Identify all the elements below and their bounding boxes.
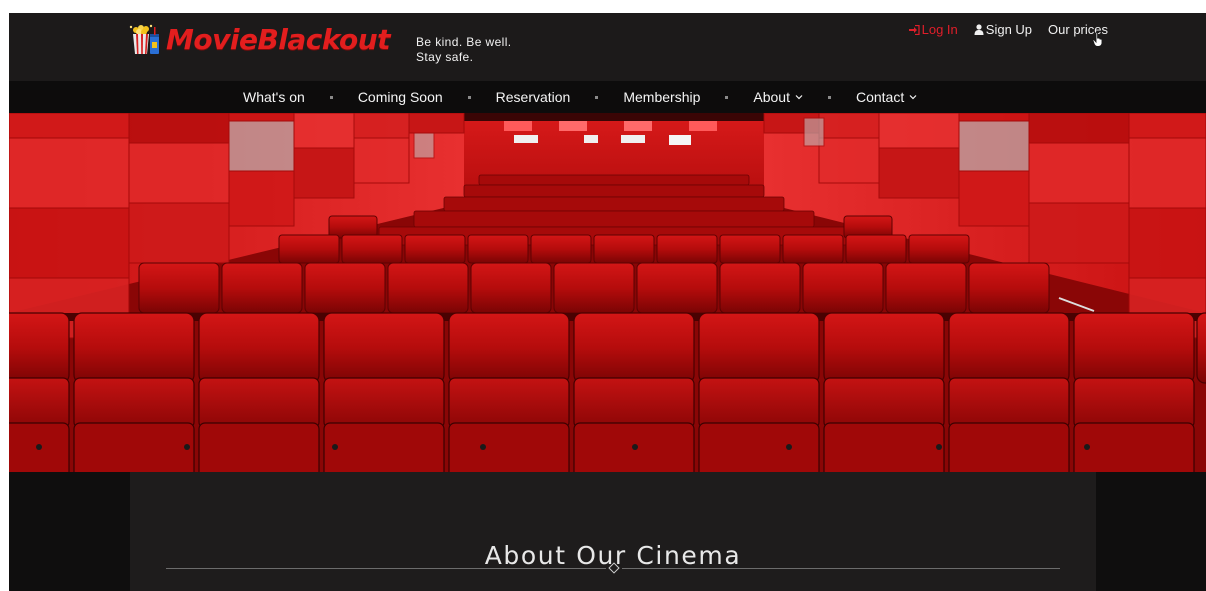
- nav-item-contact[interactable]: Contact: [856, 89, 917, 105]
- cinema-hall-illustration: [9, 113, 1206, 472]
- chevron-down-icon: [795, 95, 803, 100]
- nav-separator: [467, 95, 471, 99]
- nav-item-whats-on[interactable]: What's on: [243, 89, 305, 105]
- brand-name: MovieBlackout: [166, 23, 391, 56]
- nav-separator: [827, 95, 831, 99]
- nav-separator: [329, 95, 333, 99]
- nav-separator: [725, 95, 729, 99]
- nav-menu: What's on Coming Soon Reservation Member…: [243, 81, 917, 113]
- nav-item-membership[interactable]: Membership: [623, 89, 700, 105]
- hand-cursor-icon: [1092, 32, 1103, 47]
- login-link[interactable]: Log In: [908, 22, 958, 37]
- nav-item-label: Membership: [623, 89, 701, 105]
- nav-item-about[interactable]: About: [753, 89, 803, 105]
- chevron-down-icon: [909, 95, 917, 100]
- nav-item-coming-soon[interactable]: Coming Soon: [358, 89, 443, 105]
- tagline-line-2: Stay safe.: [416, 50, 474, 64]
- nav-separator: [595, 95, 599, 99]
- tagline: Be kind. Be well. Stay safe.: [416, 35, 512, 65]
- nav-item-label: Reservation: [495, 89, 571, 105]
- divider-line-left: [166, 568, 606, 569]
- main-nav: What's on Coming Soon Reservation Member…: [9, 81, 1206, 113]
- about-section: About Our Cinema: [130, 472, 1096, 591]
- nav-item-label: Coming Soon: [357, 89, 443, 105]
- site-logo[interactable]: MovieBlackout: [128, 23, 391, 56]
- nav-item-label: Contact: [855, 89, 905, 105]
- nav-item-label: About: [753, 89, 790, 105]
- nav-item-reservation[interactable]: Reservation: [496, 89, 571, 105]
- signup-link[interactable]: Sign Up: [974, 22, 1032, 37]
- tagline-line-1: Be kind. Be well.: [416, 35, 512, 49]
- popcorn-icon: [129, 24, 159, 54]
- hero-cinema-image: [9, 113, 1206, 472]
- signup-label: Sign Up: [985, 22, 1033, 37]
- divider-line-right: [622, 568, 1060, 569]
- site-header: MovieBlackout Be kind. Be well. Stay saf…: [9, 13, 1206, 81]
- sign-in-icon: [908, 24, 920, 35]
- user-icon: [974, 24, 984, 35]
- nav-item-label: What's on: [243, 89, 305, 105]
- login-label: Log In: [921, 22, 958, 37]
- page-frame: MovieBlackout Be kind. Be well. Stay saf…: [9, 13, 1206, 591]
- account-links: Log In Sign Up Our prices: [908, 22, 1108, 37]
